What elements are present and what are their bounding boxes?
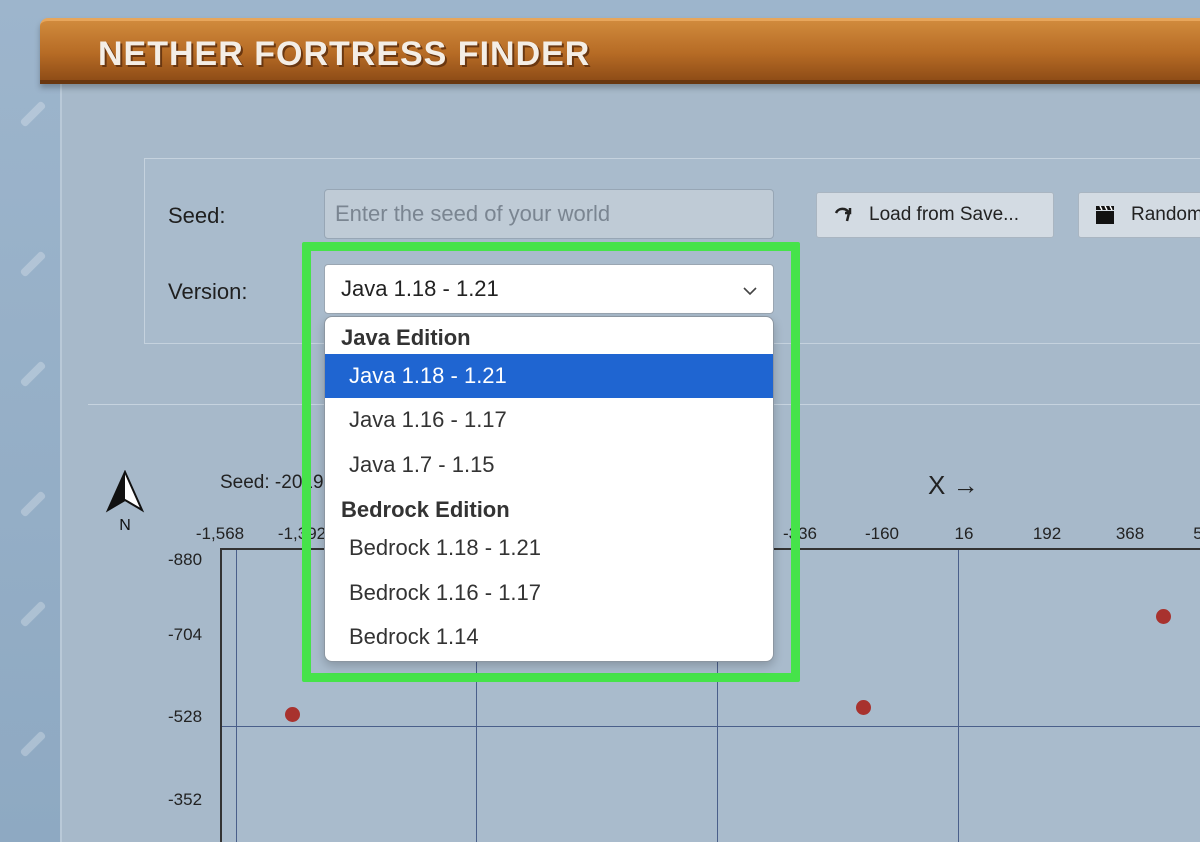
y-tick: -704 bbox=[168, 625, 203, 644]
x-tick: -160 bbox=[864, 524, 900, 543]
option-java-1-18-1-21[interactable]: Java 1.18 - 1.21 bbox=[325, 354, 773, 398]
background-pickaxe-icon bbox=[19, 250, 47, 278]
clapperboard-icon bbox=[1093, 203, 1117, 227]
fortress-marker[interactable] bbox=[1156, 609, 1171, 624]
map-grid-line bbox=[236, 550, 237, 842]
seed-label: Seed: bbox=[168, 203, 226, 228]
x-axis-label: X → bbox=[928, 470, 979, 500]
background-pickaxe-icon bbox=[19, 100, 47, 128]
option-bedrock-1-18-1-21[interactable]: Bedrock 1.18 - 1.21 bbox=[325, 526, 773, 570]
fortress-marker[interactable] bbox=[856, 700, 871, 715]
y-tick: -528 bbox=[168, 707, 203, 726]
x-tick: 5 bbox=[1193, 524, 1200, 543]
option-java-1-7-1-15[interactable]: Java 1.7 - 1.15 bbox=[325, 443, 773, 487]
title-bar: NETHER FORTRESS FINDER bbox=[40, 18, 1200, 84]
dropdown-group-java: Java Edition bbox=[341, 325, 471, 350]
x-tick: -1,568 bbox=[195, 524, 245, 543]
map-grid-line bbox=[222, 726, 1200, 727]
background-pickaxe-icon bbox=[19, 490, 47, 518]
version-label: Version: bbox=[168, 279, 248, 304]
background-pickaxe-icon bbox=[19, 600, 47, 628]
background-pickaxe-icon bbox=[19, 730, 47, 758]
option-bedrock-1-16-1-17[interactable]: Bedrock 1.16 - 1.17 bbox=[325, 571, 773, 615]
random-button-label: Random bbox=[1131, 204, 1200, 225]
x-tick: 368 bbox=[1115, 524, 1145, 543]
dropdown-group-bedrock: Bedrock Edition bbox=[341, 497, 510, 522]
fortress-marker[interactable] bbox=[285, 707, 300, 722]
seed-input[interactable] bbox=[324, 189, 774, 239]
option-java-1-16-1-17[interactable]: Java 1.16 - 1.17 bbox=[325, 398, 773, 442]
load-from-save-label: Load from Save... bbox=[869, 204, 1019, 225]
redo-arrow-icon bbox=[831, 203, 855, 227]
y-tick: -352 bbox=[168, 790, 203, 809]
x-tick: 192 bbox=[1032, 524, 1062, 543]
map-grid-line bbox=[958, 550, 959, 842]
version-dropdown-menu: Java Edition Java 1.18 - 1.21 Java 1.16 … bbox=[324, 316, 774, 662]
app-title: NETHER FORTRESS FINDER bbox=[98, 35, 591, 73]
y-tick: -880 bbox=[168, 550, 203, 569]
x-tick: 16 bbox=[954, 524, 974, 543]
background-pickaxe-icon bbox=[19, 360, 47, 388]
random-button[interactable]: Random bbox=[1078, 192, 1200, 238]
load-from-save-button[interactable]: Load from Save... bbox=[816, 192, 1054, 238]
north-arrow-icon: N bbox=[104, 469, 146, 539]
option-bedrock-1-14[interactable]: Bedrock 1.14 bbox=[325, 615, 773, 659]
compass-label: N bbox=[119, 517, 131, 534]
